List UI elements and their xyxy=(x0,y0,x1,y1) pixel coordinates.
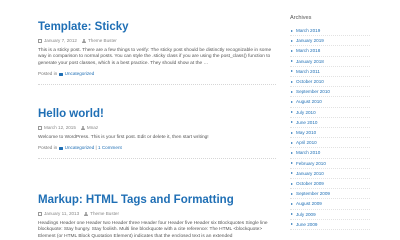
calendar-icon xyxy=(38,212,42,216)
posted-in-label: Posted in xyxy=(38,145,58,151)
arrow-icon xyxy=(291,131,293,134)
archive-item[interactable]: May 2010 xyxy=(290,128,370,139)
arrow-icon xyxy=(291,172,293,175)
post-sticky: Template: Sticky January 7, 2012 Theme B… xyxy=(38,20,276,86)
archive-item[interactable]: February 2010 xyxy=(290,159,370,169)
arrow-icon xyxy=(291,162,293,165)
comments-link[interactable]: 1 Comment xyxy=(98,145,122,151)
user-icon xyxy=(81,39,86,43)
archive-item[interactable]: July 2010 xyxy=(290,108,370,118)
archive-item[interactable]: August 2009 xyxy=(290,199,370,210)
post-hello-world: Hello world! March 12, 2015 Mnaz Welcome… xyxy=(38,107,276,160)
folder-icon xyxy=(59,146,64,150)
post-footer: Posted in Uncategorized | 1 Comment xyxy=(38,145,122,151)
arrow-icon xyxy=(291,60,293,63)
post-title[interactable]: Template: Sticky xyxy=(38,20,276,34)
calendar-icon xyxy=(38,126,42,130)
archive-item[interactable]: June 2010 xyxy=(290,118,370,129)
archive-item[interactable]: March 2019 xyxy=(290,26,370,37)
calendar-icon xyxy=(38,39,42,43)
arrow-icon xyxy=(291,141,293,144)
archive-item[interactable]: January 2010 xyxy=(290,169,370,180)
post-divider xyxy=(38,84,276,86)
post-author[interactable]: Mnaz xyxy=(87,125,98,131)
post-author[interactable]: Theme Buster xyxy=(88,38,117,44)
arrow-icon xyxy=(291,50,293,52)
archive-item[interactable]: January 2019 xyxy=(290,36,370,47)
user-icon xyxy=(84,212,89,216)
archive-item[interactable]: July 2009 xyxy=(290,210,370,220)
arrow-icon xyxy=(291,80,293,83)
arrow-icon xyxy=(291,121,293,124)
archive-item[interactable]: January 2018 xyxy=(290,57,370,67)
post-markup: Markup: HTML Tags and Formatting January… xyxy=(38,193,276,240)
post-excerpt: Welcome to WordPress. This is your first… xyxy=(38,135,209,140)
sidebar: Archives March 2019 January 2019 March 2… xyxy=(290,15,370,231)
arrow-icon xyxy=(291,182,293,185)
arrow-icon xyxy=(291,192,293,195)
post-footer: Posted in Uncategorized xyxy=(38,71,276,77)
folder-icon xyxy=(59,72,64,76)
post-excerpt: Headings Header one Header two Header th… xyxy=(38,221,268,239)
user-icon xyxy=(80,126,85,130)
arrow-icon xyxy=(291,152,293,155)
post-meta: January 11, 2013 Theme Buster xyxy=(38,211,276,217)
post-date[interactable]: January 11, 2013 xyxy=(44,211,79,217)
arrow-icon xyxy=(291,39,293,42)
arrow-icon xyxy=(291,90,293,93)
post-meta: January 7, 2012 Theme Buster xyxy=(38,38,276,44)
arrow-icon xyxy=(291,29,293,32)
arrow-icon xyxy=(291,213,293,216)
archive-item[interactable]: April 2010 xyxy=(290,138,370,149)
post-title[interactable]: Hello world! xyxy=(38,107,276,121)
archive-item[interactable]: September 2010 xyxy=(290,87,370,98)
archive-item[interactable]: March 2018 xyxy=(290,46,370,57)
archive-item[interactable]: March 2011 xyxy=(290,67,370,78)
category-link[interactable]: Uncategorized xyxy=(65,71,95,77)
post-date[interactable]: January 7, 2012 xyxy=(44,38,77,44)
arrow-icon xyxy=(291,70,293,73)
arrow-icon xyxy=(291,111,293,114)
archive-item[interactable]: March 2010 xyxy=(290,148,370,159)
archive-item[interactable]: September 2009 xyxy=(290,189,370,200)
archive-item[interactable]: October 2009 xyxy=(290,179,370,190)
post-excerpt: This is a sticky post. There are a few t… xyxy=(38,48,272,66)
arrow-icon xyxy=(291,101,293,104)
post-title[interactable]: Markup: HTML Tags and Formatting xyxy=(38,193,276,207)
category-link[interactable]: Uncategorized xyxy=(65,145,95,151)
arrow-icon xyxy=(291,223,293,226)
post-divider xyxy=(38,158,276,160)
post-meta: March 12, 2015 Mnaz xyxy=(38,125,276,131)
post-date[interactable]: March 12, 2015 xyxy=(44,125,76,131)
archive-item[interactable]: October 2010 xyxy=(290,77,370,88)
arrow-icon xyxy=(291,203,293,206)
archive-item[interactable]: June 2009 xyxy=(290,220,370,231)
archive-item[interactable]: August 2010 xyxy=(290,97,370,108)
archives-title: Archives xyxy=(290,15,312,21)
posted-in-label: Posted in xyxy=(38,71,58,77)
archives-list: March 2019 January 2019 March 2018 Janua… xyxy=(290,26,370,231)
post-author[interactable]: Theme Buster xyxy=(90,211,119,217)
